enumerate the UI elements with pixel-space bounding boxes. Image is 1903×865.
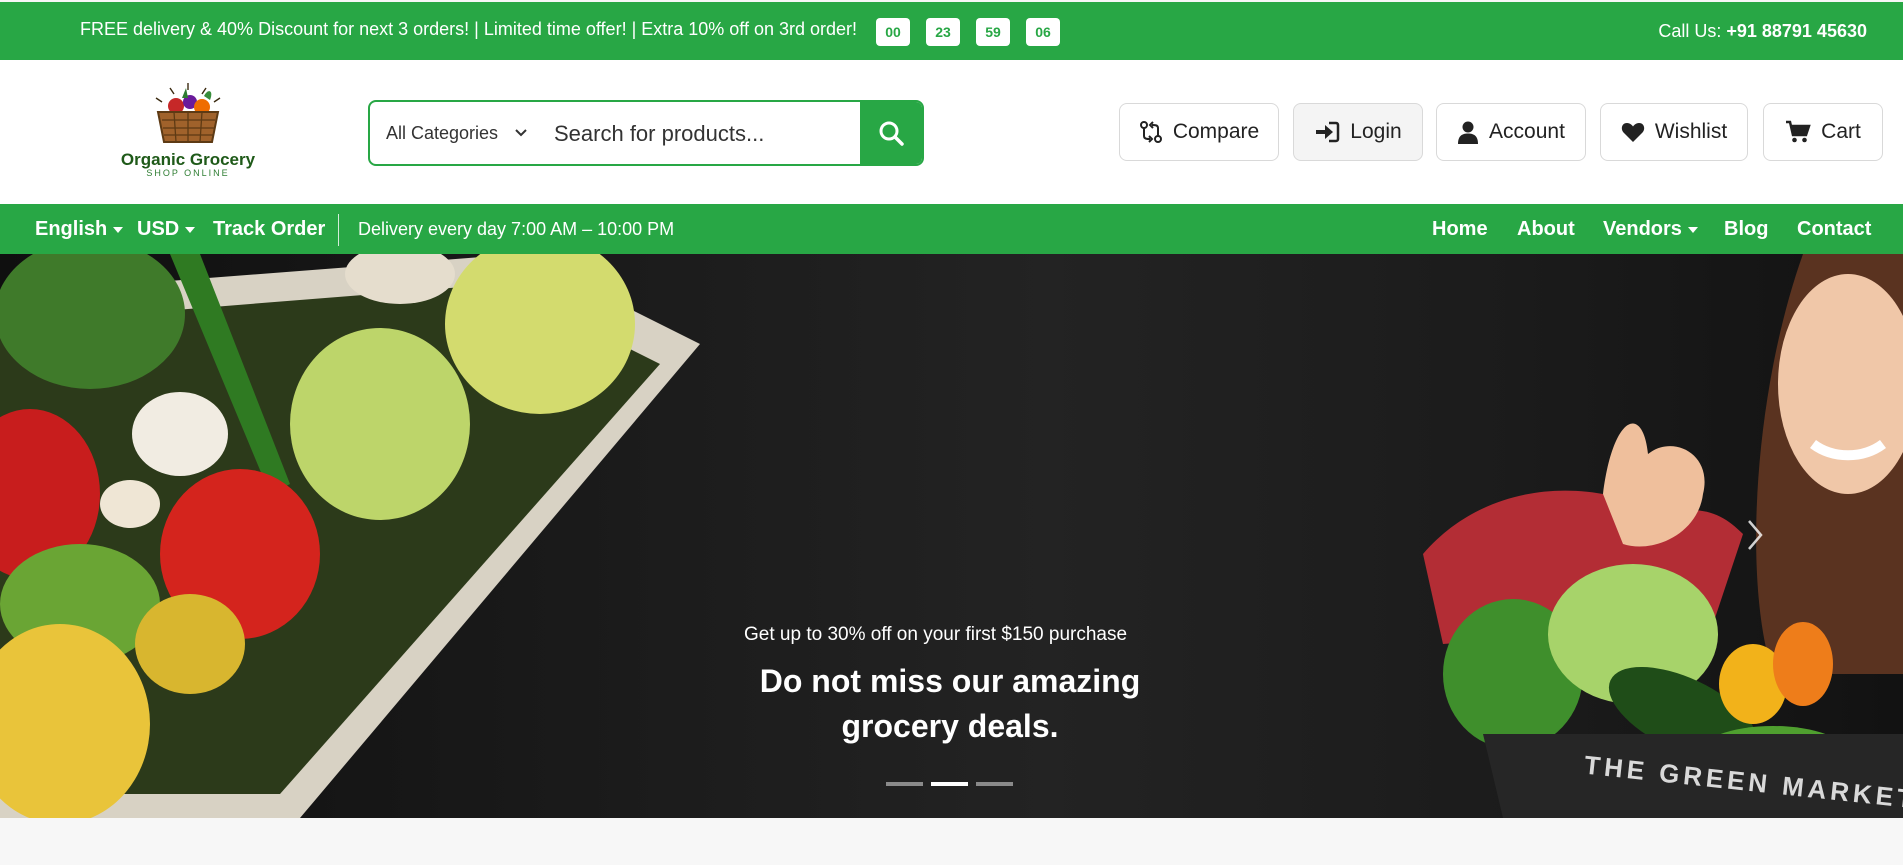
carousel-dot-1[interactable] — [886, 782, 923, 786]
wishlist-label: Wishlist — [1654, 120, 1728, 143]
currency-label: USD — [137, 218, 180, 240]
wishlist-button[interactable]: Wishlist — [1600, 103, 1748, 161]
site-logo[interactable]: Organic Grocery SHOP ONLINE — [118, 80, 258, 184]
promo-bar: FREE delivery & 40% Discount for next 3 … — [0, 2, 1903, 60]
compare-label: Compare — [1172, 120, 1260, 143]
call-label: Call Us: — [1658, 21, 1727, 41]
nav-vendors-label: Vendors — [1603, 218, 1682, 240]
carousel-next-icon[interactable] — [1745, 518, 1765, 552]
search-bar: All Categories — [368, 100, 924, 166]
countdown-days: 00 — [876, 18, 910, 46]
chevron-down-icon — [515, 129, 527, 137]
heart-icon — [1621, 123, 1644, 142]
account-label: Account — [1489, 120, 1565, 143]
search-button[interactable] — [860, 102, 922, 164]
account-button[interactable]: Account — [1436, 103, 1586, 161]
carousel-dot-3[interactable] — [976, 782, 1013, 786]
cart-button[interactable]: Cart — [1763, 103, 1883, 161]
hero-title: Do not miss our amazing grocery deals. — [759, 663, 1141, 744]
language-dropdown[interactable]: English — [35, 218, 124, 241]
call-number[interactable]: +91 88791 45630 — [1726, 21, 1867, 41]
login-label: Login — [1350, 120, 1402, 143]
promo-text: FREE delivery & 40% Discount for next 3 … — [80, 19, 858, 39]
countdown-hours: 23 — [926, 18, 960, 46]
user-icon — [1458, 121, 1479, 144]
call-us: Call Us: +91 88791 45630 — [1658, 21, 1867, 42]
basket-logo-icon — [155, 83, 221, 143]
nav-divider — [338, 214, 339, 246]
nav-vendors[interactable]: Vendors — [1603, 218, 1698, 241]
category-select[interactable]: All Categories — [386, 102, 552, 164]
nav-home[interactable]: Home — [1432, 218, 1488, 241]
page-background-strip — [0, 818, 1903, 865]
countdown-timer: 00 23 59 06 — [876, 18, 1060, 46]
woman-with-vegetables-image: THE GREEN MARKET — [1423, 254, 1903, 818]
logo-subtitle: SHOP ONLINE — [146, 168, 230, 178]
track-order-link[interactable]: Track Order — [213, 218, 325, 241]
hero-banner: THE GREEN MARKET Get up to 30% off on yo… — [0, 254, 1903, 818]
category-select-value: All Categories — [386, 122, 499, 143]
cart-label: Cart — [1821, 120, 1861, 143]
compare-button[interactable]: Compare — [1119, 103, 1279, 161]
caret-down-icon — [1687, 226, 1698, 233]
compare-icon — [1139, 121, 1162, 143]
site-header: Organic Grocery SHOP ONLINE All Categori… — [0, 60, 1903, 204]
carousel-dot-2[interactable] — [931, 782, 968, 786]
carousel-indicators — [886, 782, 1013, 786]
countdown-minutes: 59 — [976, 18, 1010, 46]
currency-dropdown[interactable]: USD — [137, 218, 196, 241]
delivery-hours: Delivery every day 7:00 AM – 10:00 PM — [358, 219, 675, 239]
search-icon — [879, 121, 904, 146]
hero-subtitle: Get up to 30% off on your first $150 pur… — [744, 624, 1128, 645]
login-button[interactable]: Login — [1293, 103, 1423, 161]
language-label: English — [35, 218, 108, 240]
vegetable-crate-image — [0, 254, 700, 818]
countdown-seconds: 06 — [1026, 18, 1060, 46]
nav-contact[interactable]: Contact — [1797, 218, 1871, 241]
nav-about[interactable]: About — [1517, 218, 1575, 241]
caret-down-icon — [185, 226, 196, 233]
search-input[interactable] — [554, 102, 912, 164]
logo-title: Organic Grocery — [120, 150, 256, 169]
main-navbar: English USD Track Order Delivery every d… — [0, 204, 1903, 254]
nav-blog[interactable]: Blog — [1724, 218, 1768, 241]
cart-icon — [1786, 120, 1811, 143]
login-icon — [1316, 121, 1340, 143]
caret-down-icon — [113, 226, 124, 233]
